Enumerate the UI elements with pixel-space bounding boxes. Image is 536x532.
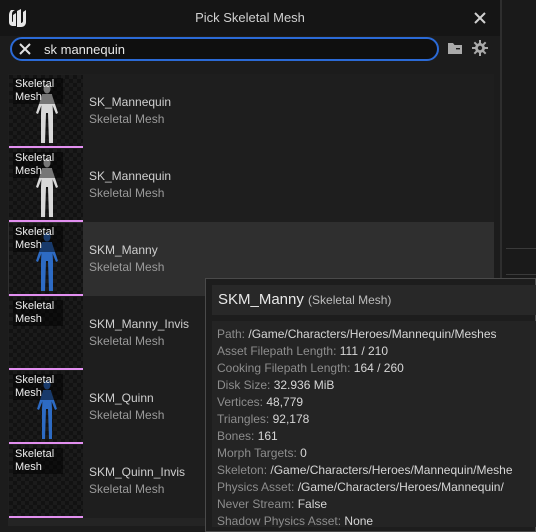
tooltip-field: Physics Asset: /Game/Characters/Heroes/M… (217, 480, 504, 494)
search-input-value: sk mannequin (44, 42, 125, 57)
asset-thumbnail: Skeletal Mesh (9, 297, 83, 370)
thumbnail-type-label: Skeletal Mesh (13, 78, 63, 104)
tooltip-title: SKM_Manny (Skeletal Mesh) (218, 291, 391, 308)
field-value: None (344, 514, 374, 528)
tooltip-field: Cooking Filepath Length: 164 / 260 (217, 361, 404, 375)
field-value: /Game/Characters/Heroes/Mannequin/Meshe (270, 463, 513, 477)
thumbnail-type-label: Skeletal Mesh (13, 152, 63, 178)
asset-name: SKM_Manny (89, 243, 158, 257)
tooltip-field: Never Stream: False (217, 497, 327, 511)
tooltip-field: Disk Size: 32.936 MiB (217, 378, 334, 392)
field-value: 32.936 MiB (273, 378, 335, 392)
title-bar: Pick Skeletal Mesh (0, 0, 500, 36)
field-value: 48,779 (266, 395, 304, 409)
asset-name: SK_Mannequin (89, 169, 172, 183)
asset-type: Skeletal Mesh (89, 482, 165, 496)
tooltip-field: Triangles: 92,178 (217, 412, 309, 426)
asset-name: SKM_Quinn (89, 391, 154, 405)
thumbnail-type-label: Skeletal Mesh (13, 300, 63, 326)
asset-type: Skeletal Mesh (89, 112, 165, 126)
field-key: Morph Targets: (217, 446, 297, 460)
field-value: 92,178 (272, 412, 310, 426)
asset-name: SK_Mannequin (89, 95, 172, 109)
tooltip-field: Bones: 161 (217, 429, 278, 443)
field-key: Shadow Physics Asset: (217, 514, 342, 528)
asset-thumbnail: Skeletal Mesh (9, 371, 83, 444)
list-item[interactable]: Skeletal Mesh SK_Mannequin Skeletal Mesh (8, 148, 494, 222)
tooltip-field: Vertices: 48,779 (217, 395, 303, 409)
field-value: 111 / 210 (339, 344, 389, 358)
tooltip-body: Path: /Game/Characters/Heroes/Mannequin/… (212, 321, 536, 528)
field-value: False (297, 497, 328, 511)
field-key: Path: (217, 327, 246, 341)
asset-color-bar (9, 516, 83, 518)
asset-type: Skeletal Mesh (89, 408, 165, 422)
folder-icon[interactable] (447, 41, 463, 55)
field-value: 161 (257, 429, 278, 443)
thumbnail-type-label: Skeletal Mesh (13, 226, 63, 252)
thumbnail-type-label: Skeletal Mesh (13, 374, 63, 400)
asset-name: SKM_Manny_Invis (89, 317, 190, 331)
asset-type: Skeletal Mesh (89, 260, 165, 274)
asset-type: Skeletal Mesh (89, 186, 165, 200)
asset-tooltip: SKM_Manny (Skeletal Mesh) Path: /Game/Ch… (205, 278, 536, 532)
field-key: Never Stream: (217, 497, 295, 511)
list-item[interactable]: Skeletal Mesh SK_Mannequin Skeletal Mesh (8, 74, 494, 148)
tooltip-asset-name: SKM_Manny (218, 291, 304, 308)
clear-search-icon[interactable] (18, 42, 32, 56)
tooltip-field: Shadow Physics Asset: None (217, 514, 373, 528)
asset-thumbnail: Skeletal Mesh (9, 75, 83, 148)
gear-icon[interactable] (471, 39, 489, 57)
tooltip-asset-type: (Skeletal Mesh) (308, 293, 392, 307)
field-value: /Game/Characters/Heroes/Mannequin/Meshes (248, 327, 497, 341)
tooltip-field: Skeleton: /Game/Characters/Heroes/Manneq… (217, 463, 513, 477)
tooltip-field: Morph Targets: 0 (217, 446, 307, 460)
field-key: Triangles: (217, 412, 270, 426)
field-key: Bones: (217, 429, 255, 443)
close-icon[interactable] (470, 8, 490, 28)
field-key: Vertices: (217, 395, 264, 409)
asset-thumbnail: Skeletal Mesh (9, 223, 83, 296)
field-key: Physics Asset: (217, 480, 295, 494)
thumbnail-type-label: Skeletal Mesh (13, 448, 63, 474)
tooltip-field: Path: /Game/Characters/Heroes/Mannequin/… (217, 327, 497, 341)
asset-thumbnail: Skeletal Mesh (9, 149, 83, 222)
panel-divider (506, 248, 536, 249)
window-title: Pick Skeletal Mesh (195, 10, 305, 25)
field-value: /Game/Characters/Heroes/Mannequin/ (297, 480, 504, 494)
field-key: Asset Filepath Length: (217, 344, 337, 358)
field-key: Skeleton: (217, 463, 268, 477)
tooltip-field: Asset Filepath Length: 111 / 210 (217, 344, 388, 358)
asset-type: Skeletal Mesh (89, 334, 165, 348)
search-input[interactable]: sk mannequin (10, 37, 439, 61)
asset-thumbnail: Skeletal Mesh (9, 445, 83, 518)
field-value: 164 / 260 (353, 361, 404, 375)
field-key: Disk Size: (217, 378, 271, 392)
field-key: Cooking Filepath Length: (217, 361, 351, 375)
search-row: sk mannequin (0, 36, 500, 64)
tooltip-header: SKM_Manny (Skeletal Mesh) (212, 285, 536, 315)
panel-divider (506, 274, 536, 275)
field-value: 0 (300, 446, 307, 460)
asset-name: SKM_Quinn_Invis (89, 465, 186, 479)
